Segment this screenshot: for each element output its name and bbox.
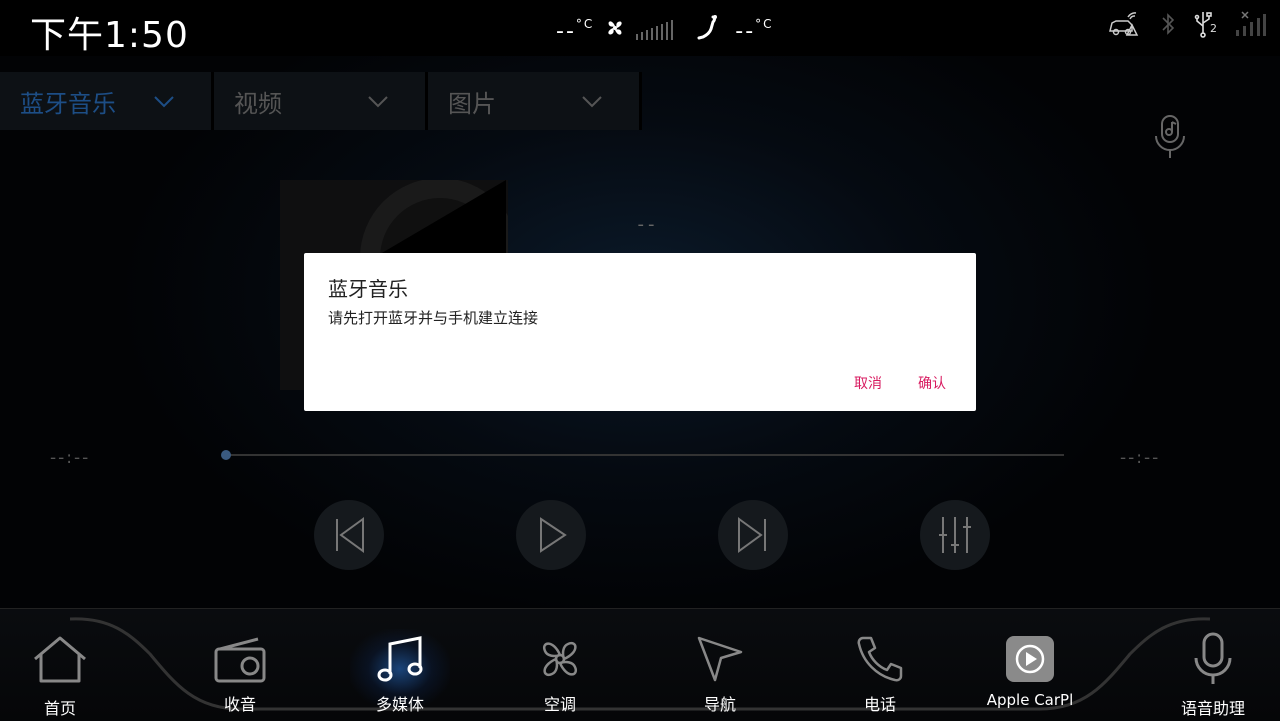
carplay-icon — [1005, 629, 1055, 689]
climate-status[interactable]: --°C --°C — [556, 14, 774, 46]
skip-previous-icon — [336, 517, 364, 553]
dock-label: 导航 — [703, 695, 736, 714]
confirm-button[interactable]: 确认 — [918, 373, 946, 393]
tab-video[interactable]: 视频 — [214, 72, 428, 130]
dock-label: 首页 — [43, 699, 76, 718]
next-button[interactable] — [718, 500, 788, 570]
total-time: --:-- — [1120, 448, 1161, 468]
equalizer-button[interactable] — [920, 500, 990, 570]
fan-icon — [535, 629, 585, 689]
dock-home[interactable]: 首页 — [0, 609, 130, 721]
dock-climate[interactable]: 空调 — [490, 609, 630, 721]
dock-media[interactable]: 多媒体 — [330, 609, 470, 721]
radio-icon — [214, 629, 266, 689]
play-icon — [540, 517, 567, 553]
fan-speed-indicator — [636, 20, 674, 40]
dialog-title: 蓝牙音乐 — [328, 277, 408, 301]
microphone-icon — [1192, 629, 1234, 689]
progress-bar[interactable] — [226, 454, 1064, 456]
dialog-message: 请先打开蓝牙并与手机建立连接 — [328, 309, 539, 327]
cancel-button[interactable]: 取消 — [854, 373, 882, 393]
bottom-dock: 首页 收音 多媒体 空调 导航 电话 Apple CarPl 语音助理 — [0, 608, 1280, 721]
clock: 下午1:50 — [30, 15, 189, 56]
navigation-arrow-icon — [695, 629, 745, 689]
chevron-down-icon — [368, 96, 388, 108]
dock-label: 语音助理 — [1180, 699, 1245, 718]
voice-music-icon[interactable] — [1150, 114, 1192, 164]
usb-icon: 2 — [1194, 10, 1217, 42]
tab-label: 视频 — [234, 89, 282, 118]
song-title: -- — [637, 214, 659, 235]
bluetooth-icon — [1160, 11, 1176, 41]
status-bar: 下午1:50 --°C --°C 2 — [0, 0, 1280, 56]
bluetooth-dialog: 蓝牙音乐 请先打开蓝牙并与手机建立连接 取消 确认 — [304, 253, 976, 411]
tab-label: 蓝牙音乐 — [20, 89, 116, 118]
dock-label: 电话 — [863, 695, 896, 714]
dock-label: 多媒体 — [375, 695, 424, 714]
tab-label: 图片 — [448, 89, 496, 118]
dock-label: 收音 — [223, 695, 256, 714]
signal-icon — [1234, 10, 1266, 42]
temp-right: --°C — [735, 16, 774, 44]
skip-next-icon — [738, 517, 766, 553]
media-tabs: 蓝牙音乐 视频 图片 — [0, 72, 642, 130]
previous-button[interactable] — [314, 500, 384, 570]
usb-badge: 2 — [1210, 22, 1217, 35]
music-note-icon — [376, 629, 424, 689]
dock-carplay[interactable]: Apple CarPl — [960, 609, 1100, 721]
chevron-down-icon — [154, 96, 174, 108]
tab-bluetooth-music[interactable]: 蓝牙音乐 — [0, 72, 214, 130]
dock-label: Apple CarPl — [986, 691, 1074, 709]
car-warning-icon — [1108, 11, 1142, 41]
dock-navigation[interactable]: 导航 — [650, 609, 790, 721]
dock-radio[interactable]: 收音 — [170, 609, 310, 721]
home-icon — [31, 629, 89, 689]
temp-left: --°C — [556, 16, 595, 44]
dock-phone[interactable]: 电话 — [810, 609, 950, 721]
chevron-down-icon — [582, 96, 602, 108]
dock-label: 空调 — [543, 695, 576, 714]
elapsed-time: --:-- — [50, 448, 91, 468]
seat-airflow-icon — [695, 13, 725, 47]
dock-voice-assistant[interactable]: 语音助理 — [1143, 609, 1280, 721]
phone-icon — [855, 629, 905, 689]
play-button[interactable] — [516, 500, 586, 570]
status-icons: 2 — [1108, 10, 1266, 42]
fan-icon — [604, 17, 626, 43]
equalizer-icon — [939, 517, 971, 553]
progress-knob[interactable] — [221, 450, 231, 460]
tab-pictures[interactable]: 图片 — [428, 72, 642, 130]
